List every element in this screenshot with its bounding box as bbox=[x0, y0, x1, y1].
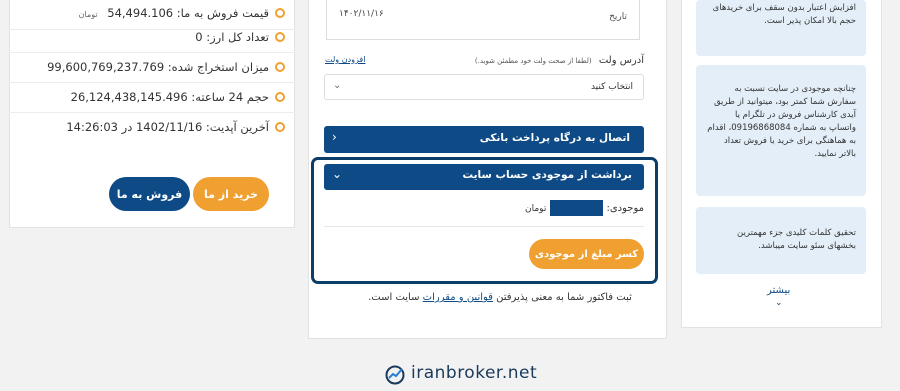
wallet-select[interactable]: انتخاب کنید ⌄ bbox=[324, 74, 644, 100]
date-value: ۱۴۰۲/۱۱/۱۶ bbox=[339, 9, 384, 19]
wallet-balance-accordion[interactable]: برداشت از موجودی حساب سایت ⌄ bbox=[324, 164, 644, 190]
tip-card: افزایش اعتبار بدون سقف برای خریدهای حجم … bbox=[696, 0, 866, 56]
more-link[interactable]: بیشتر bbox=[767, 285, 790, 296]
extracted-text: میزان استخراج شده: 99,600,769,237.769 bbox=[47, 60, 269, 74]
wallet-address-label: آدرس ولت (لطفا از صحت ولت خود مطمئن شوید… bbox=[474, 55, 644, 66]
deduct-from-balance-button[interactable]: کسر مبلغ از موجودی bbox=[529, 239, 644, 269]
chevron-down-icon: ⌄ bbox=[333, 80, 342, 91]
wallet-balance-title: برداشت از موجودی حساب سایت bbox=[462, 169, 633, 181]
volume-row: حجم 24 ساعته: 26,124,438,145.496 bbox=[9, 83, 295, 113]
wallet-note: (لطفا از صحت ولت خود مطمئن شوید.) bbox=[474, 57, 592, 65]
chevron-down-icon[interactable]: ⌄ bbox=[775, 298, 783, 308]
divider bbox=[324, 226, 644, 227]
extracted-row: میزان استخراج شده: 99,600,769,237.769 bbox=[9, 53, 295, 83]
sell-to-us-button[interactable]: فروش به ما bbox=[109, 177, 190, 211]
balance-unit: تومان bbox=[525, 204, 547, 214]
date-field[interactable]: تاریخ ۱۴۰۲/۱۱/۱۶ bbox=[326, 0, 640, 40]
sell-price-label: قیمت فروش به ما: bbox=[176, 6, 269, 20]
total-units-row: تعداد کل ارز: 0 bbox=[9, 23, 295, 53]
bullet-icon bbox=[275, 92, 285, 102]
terms-notice: ثبت فاکتور شما به معنی پذیرفتن قوانین و … bbox=[368, 292, 632, 303]
bullet-icon bbox=[275, 32, 285, 42]
sell-price-unit: تومان bbox=[78, 10, 98, 19]
buy-from-us-button[interactable]: خرید از ما bbox=[193, 177, 269, 211]
volume-text: حجم 24 ساعته: 26,124,438,145.496 bbox=[70, 90, 269, 104]
last-update-row: آخرین آپدیت: 1402/11/16 در 14:26:03 bbox=[9, 113, 295, 143]
last-update-text: آخرین آپدیت: 1402/11/16 در 14:26:03 bbox=[66, 120, 269, 134]
tip-card: تحقیق کلمات کلیدی جزء مهمترین بخشهای سئو… bbox=[696, 207, 866, 274]
bullet-icon bbox=[275, 62, 285, 72]
sell-price-value: 54,494.106 bbox=[107, 6, 174, 20]
chevron-left-icon: › bbox=[332, 130, 337, 144]
iranbroker-logo-icon bbox=[385, 365, 405, 385]
terms-link[interactable]: قوانین و مقررات bbox=[423, 292, 493, 303]
chevron-down-icon: ⌄ bbox=[332, 167, 343, 181]
tip-card: چنانچه موجودی در سایت نسبت به سفارش شما … bbox=[696, 65, 866, 196]
total-units-text: تعداد کل ارز: 0 bbox=[195, 30, 269, 44]
balance-value-redacted bbox=[550, 200, 603, 216]
balance-label: موجودی: bbox=[606, 203, 644, 214]
bank-gateway-title: اتصال به درگاه پرداخت بانکی bbox=[479, 132, 630, 144]
add-wallet-link[interactable]: افزودن ولت bbox=[325, 55, 365, 64]
bullet-icon bbox=[275, 8, 285, 18]
bullet-icon bbox=[275, 122, 285, 132]
select-placeholder: انتخاب کنید bbox=[590, 82, 633, 92]
bank-gateway-accordion[interactable]: اتصال به درگاه پرداخت بانکی › bbox=[324, 126, 644, 153]
date-label: تاریخ bbox=[609, 12, 627, 22]
watermark-text: iranbroker.net bbox=[411, 363, 538, 383]
